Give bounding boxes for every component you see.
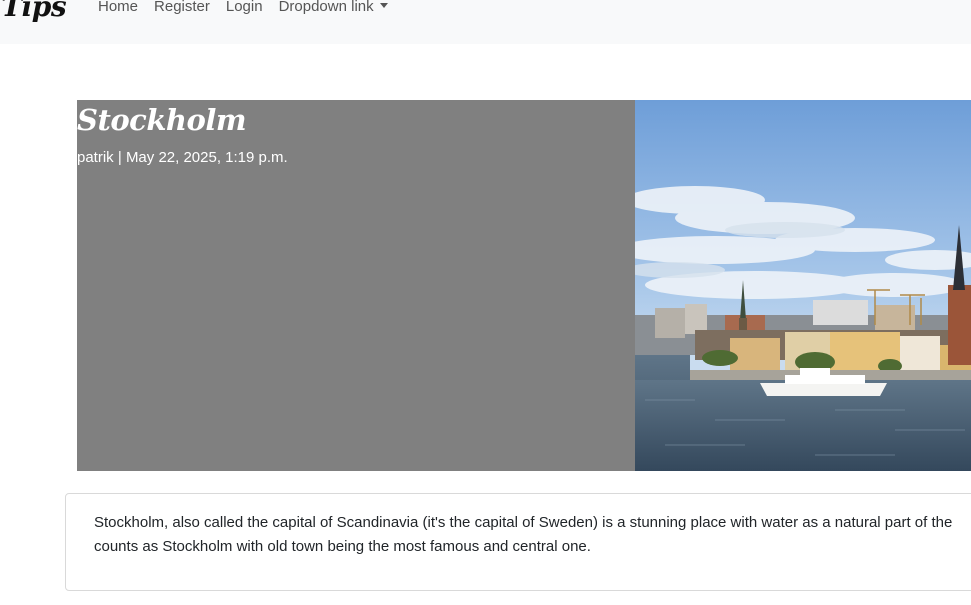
post-content-card: Stockholm, also called the capital of Sc… [65, 493, 971, 591]
nav-home-link[interactable]: Home [98, 0, 138, 15]
post-hero: Stockholm patrik | May 22, 2025, 1:19 p.… [77, 100, 971, 471]
post-header-panel: Stockholm patrik | May 22, 2025, 1:19 p.… [77, 100, 635, 471]
post-author: patrik [77, 149, 114, 166]
post-body: Stockholm, also called the capital of Sc… [94, 511, 971, 559]
nav-links: Home Register Login Dropdown link [98, 0, 404, 15]
nav-login-link[interactable]: Login [226, 0, 263, 15]
navbar: p Tips Home Register Login Dropdown link [0, 0, 971, 44]
post-meta: patrik | May 22, 2025, 1:19 p.m. [77, 149, 288, 166]
meta-separator: | [117, 149, 122, 166]
post-body-line-2: counts as Stockholm with old town being … [94, 538, 591, 555]
post-date: May 22, 2025, 1:19 p.m. [125, 149, 288, 166]
post-title: Stockholm [77, 103, 247, 137]
post-body-line-1: Stockholm, also called the capital of Sc… [94, 514, 953, 531]
nav-dropdown-label: Dropdown link [278, 0, 374, 15]
chevron-down-icon [379, 3, 388, 8]
brand-logo[interactable]: p Tips [0, 0, 67, 23]
post-image [635, 100, 971, 471]
nav-dropdown-link[interactable]: Dropdown link [279, 0, 388, 15]
nav-register-link[interactable]: Register [154, 0, 210, 15]
